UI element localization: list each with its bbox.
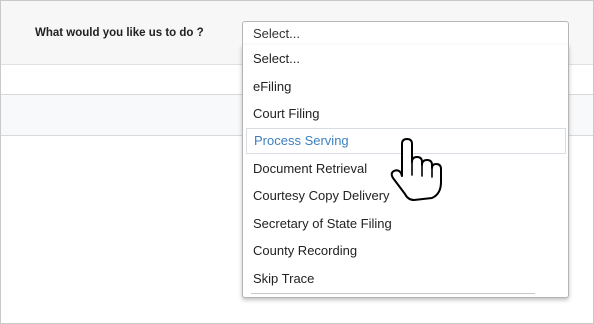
option-label: Select...	[253, 51, 300, 66]
dropdown-option-county-recording[interactable]: County Recording	[243, 238, 568, 264]
option-label: County Recording	[253, 243, 358, 258]
dropdown-scroll-divider	[251, 293, 535, 294]
option-label: Skip Trace	[253, 271, 315, 286]
service-question-label: What would you like us to do ?	[35, 27, 204, 39]
option-label: Document Retrieval	[253, 161, 368, 176]
option-label: Process Serving	[254, 133, 349, 148]
dropdown-option-efiling[interactable]: eFiling	[243, 74, 568, 100]
option-label: eFiling	[253, 79, 292, 94]
dropdown-option-skip-trace[interactable]: Skip Trace	[243, 266, 568, 292]
service-select-value: Select...	[253, 26, 300, 41]
service-select[interactable]: Select...	[242, 21, 569, 45]
hand-pointer-icon	[390, 138, 442, 201]
option-label: Courtesy Copy Delivery	[253, 188, 390, 203]
dropdown-option-court-filing[interactable]: Court Filing	[243, 101, 568, 127]
option-label: Secretary of State Filing	[253, 216, 392, 231]
option-label: Court Filing	[253, 106, 320, 121]
dropdown-option-select[interactable]: Select...	[243, 46, 568, 72]
dropdown-option-secretary-of-state-filing[interactable]: Secretary of State Filing	[243, 211, 568, 237]
